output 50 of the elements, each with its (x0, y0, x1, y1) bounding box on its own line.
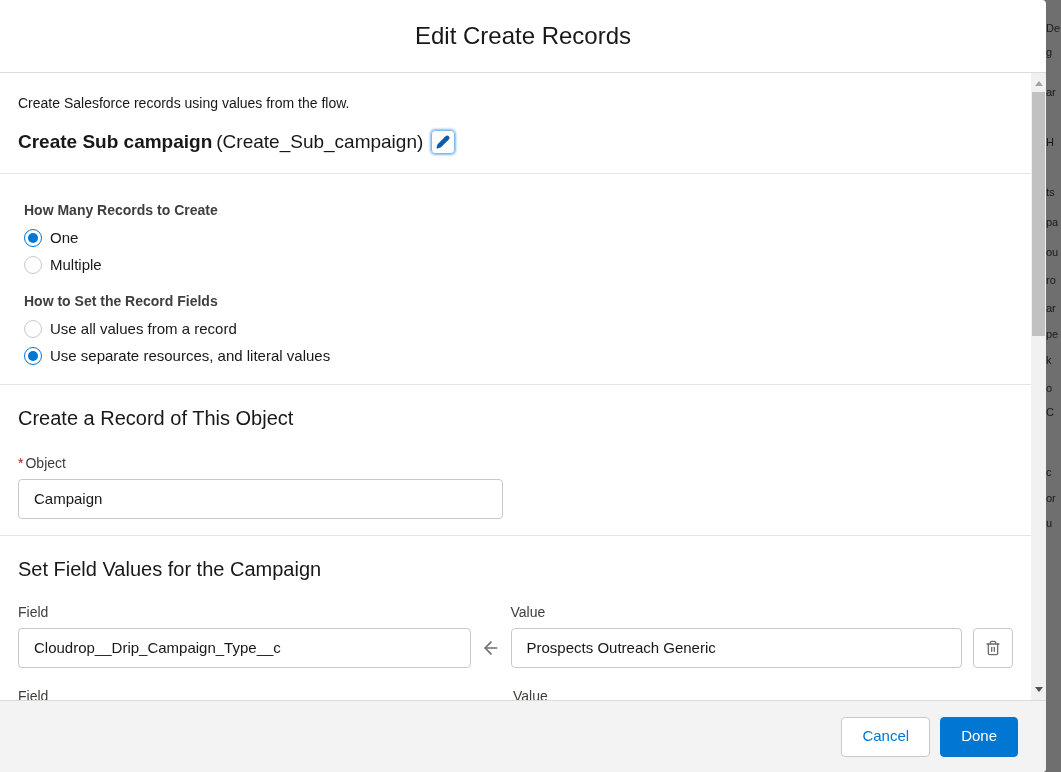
field-label: Value (510, 602, 547, 622)
radio-button[interactable] (24, 229, 42, 247)
delete-button[interactable] (973, 627, 1013, 668)
background-text: k (1046, 354, 1052, 366)
radio-option[interactable]: Multiple (24, 251, 1007, 279)
required-mark: * (18, 453, 24, 473)
radio-button[interactable] (24, 320, 42, 338)
background-text: o (1046, 382, 1053, 394)
radio-option[interactable]: One (24, 224, 1007, 252)
background-text: C (1046, 406, 1054, 418)
radio-option[interactable]: Use separate resources, and literal values (24, 342, 1007, 370)
pencil-icon (436, 135, 451, 150)
radio-group-label: How Many Records to Create (24, 200, 219, 220)
radio-group-label: How to Set the Record Fields (24, 291, 219, 311)
background-text: u (1046, 517, 1053, 529)
background-text: g (1046, 46, 1053, 58)
done-button[interactable]: Done (940, 716, 1018, 757)
field-input[interactable]: Cloudrop__Drip_Campaign_Type__c (18, 627, 471, 668)
field-label: Value (513, 686, 549, 700)
background-text: ar (1046, 86, 1056, 98)
radio-button[interactable] (24, 256, 42, 274)
background-text: H (1046, 136, 1054, 148)
radio-option[interactable]: Use all values from a record (24, 315, 1007, 343)
trash-icon (985, 639, 1002, 656)
edit-button[interactable] (431, 130, 456, 155)
background-text: ou (1046, 246, 1059, 258)
section-heading: Create a Record of This Object (18, 405, 295, 431)
api-name: (Create_Sub_campaign) (216, 130, 424, 155)
element-label: Create Sub campaign (18, 130, 213, 154)
object-field[interactable]: Campaign (18, 478, 503, 519)
section-heading: Set Field Values for the Campaign (18, 556, 323, 582)
background-text: pa (1046, 216, 1059, 228)
background-text: pe (1046, 328, 1059, 340)
radio-button[interactable] (24, 347, 42, 365)
background-text: De (1046, 22, 1061, 34)
scrollbar[interactable] (1031, 73, 1046, 700)
background-text: ts (1046, 186, 1055, 198)
background-text: or (1046, 492, 1056, 504)
modal-title: Edit Create Records (414, 21, 632, 51)
background-text: ar (1046, 302, 1056, 314)
background-text: ro (1046, 274, 1056, 286)
field-label: Object (25, 453, 66, 473)
field-label: Field (18, 602, 50, 622)
value-input[interactable]: Prospects Outreach Generic (510, 627, 963, 668)
scroll-thumb[interactable] (1032, 92, 1045, 336)
field-label: Field (18, 686, 50, 700)
scroll-down-icon[interactable] (1034, 687, 1043, 692)
cancel-button[interactable]: Cancel (841, 716, 931, 757)
background-text: c (1046, 466, 1052, 478)
description-text: Create Salesforce records using values from the flow. (18, 94, 351, 113)
